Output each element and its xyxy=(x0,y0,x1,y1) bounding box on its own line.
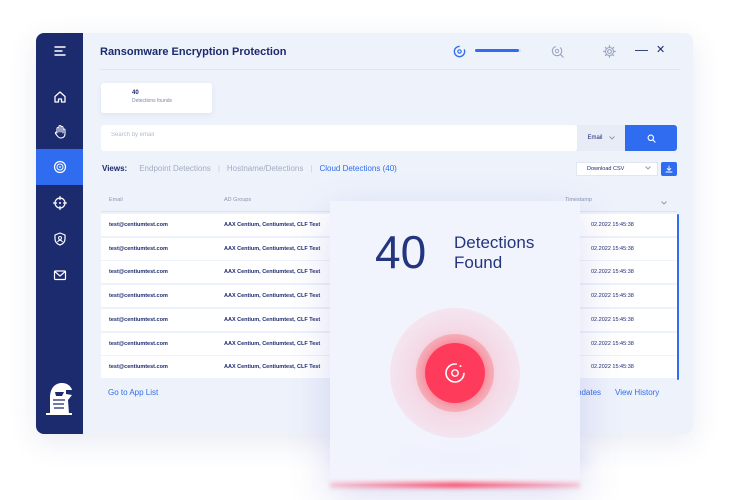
column-header-email[interactable]: Email xyxy=(109,197,123,203)
home-icon xyxy=(53,91,66,103)
hand-stop-icon xyxy=(54,124,66,139)
go-to-app-list-link[interactable]: Go to App List xyxy=(108,388,158,397)
view-history-link[interactable]: View History xyxy=(615,388,659,397)
alert-scan-icon xyxy=(445,363,465,383)
page-title: Ransomware Encryption Protection xyxy=(100,46,287,58)
minimize-button[interactable]: — xyxy=(635,43,648,57)
sidebar-item-home[interactable] xyxy=(36,79,83,115)
download-icon xyxy=(665,165,673,173)
shield-user-icon xyxy=(53,232,66,246)
stage: Ransomware Encryption Protection — ✕ 40 … xyxy=(0,0,730,500)
cell-email: test@centiumtest.com xyxy=(109,316,168,323)
target-face-icon xyxy=(53,160,66,174)
chevron-down-icon xyxy=(645,166,651,170)
sidebar-item-scan[interactable] xyxy=(36,185,83,221)
tab-hostname-detections[interactable]: Hostname/Detections xyxy=(227,164,303,173)
cell-ad-groups: AAX Centium, Centiumtest, CLF Test xyxy=(224,364,321,371)
scan-status-button[interactable] xyxy=(451,43,467,59)
search-filter-value: Email xyxy=(587,135,603,141)
cell-ad-groups: AAX Centium, Centiumtest, CLF Test xyxy=(224,316,321,323)
sidebar-item-detections[interactable] xyxy=(36,149,83,185)
search-button[interactable] xyxy=(625,125,677,151)
search-bar xyxy=(101,125,577,151)
warrior-logo-icon xyxy=(46,383,72,415)
scan-search-icon xyxy=(551,45,564,58)
sort-chevron-icon[interactable] xyxy=(661,201,667,205)
download-format-select[interactable]: Download CSV xyxy=(576,162,658,176)
cell-email: test@centiumtest.com xyxy=(109,364,168,371)
table-scrollbar[interactable] xyxy=(677,214,679,380)
scan-progress-fill xyxy=(475,49,519,52)
settings-button[interactable] xyxy=(601,43,617,59)
hamburger-menu-icon xyxy=(53,46,66,56)
search-icon xyxy=(647,134,656,143)
sidebar-item-mail[interactable] xyxy=(36,257,83,293)
cell-email: test@centiumtest.com xyxy=(109,269,168,276)
detections-found-label: Detections Found xyxy=(454,233,535,272)
cell-ad-groups: AAX Centium, Centiumtest, CLF Test xyxy=(224,222,321,228)
detections-count: 40 xyxy=(132,90,139,96)
tab-cloud-detections[interactable]: Cloud Detections (40) xyxy=(319,164,396,173)
cell-email: test@centiumtest.com xyxy=(109,245,168,252)
download-format-value: Download CSV xyxy=(587,166,625,172)
sidebar-item-stop[interactable] xyxy=(36,114,83,150)
views-label: Views: xyxy=(102,164,128,173)
title-divider xyxy=(100,69,680,70)
detections-count-label: Detections founds xyxy=(132,98,173,104)
crosshair-icon xyxy=(52,195,67,211)
sidebar xyxy=(36,33,83,434)
panel-bottom-glow xyxy=(330,482,580,488)
cell-ad-groups: AAX Centium, Centiumtest, CLF Test xyxy=(224,340,321,347)
download-button[interactable] xyxy=(661,162,677,176)
gear-icon xyxy=(602,44,616,58)
alert-button[interactable] xyxy=(425,343,485,403)
chevron-down-icon xyxy=(608,136,615,140)
cell-ad-groups: AAX Centium, Centiumtest, CLF Test xyxy=(224,293,321,300)
cell-email: test@centiumtest.com xyxy=(109,222,168,228)
column-header-ad-groups[interactable]: AD Groups xyxy=(224,197,251,203)
cell-ad-groups: AAX Centium, Centiumtest, CLF Test xyxy=(224,245,321,252)
detections-found-count: 40 xyxy=(375,226,427,278)
cell-timestamp: 02.2022 15:45:38 xyxy=(591,364,634,371)
cell-timestamp: 02.2022 15:45:38 xyxy=(591,293,634,300)
sidebar-item-users[interactable] xyxy=(36,221,83,257)
scan-target-icon xyxy=(453,45,465,57)
tab-separator: | xyxy=(310,164,313,173)
tab-separator: | xyxy=(217,164,220,173)
close-button[interactable]: ✕ xyxy=(656,43,665,57)
search-input[interactable] xyxy=(111,132,511,138)
cell-email: test@centiumtest.com xyxy=(109,293,168,300)
cell-timestamp: 02.2022 15:45:38 xyxy=(591,245,634,252)
cell-timestamp: 02.2022 15:45:38 xyxy=(591,340,634,347)
detections-found-panel: 40 Detections Found xyxy=(330,201,580,488)
views-tabs: Views: Endpoint Detections | Hostname/De… xyxy=(102,164,397,173)
detections-summary-card: 40 Detections founds xyxy=(101,83,212,113)
cell-email: test@centiumtest.com xyxy=(109,340,168,347)
cell-timestamp: 02.2022 15:45:38 xyxy=(591,269,634,276)
mail-icon xyxy=(53,270,66,281)
cell-timestamp: 02.2022 15:45:38 xyxy=(591,222,634,228)
tab-endpoint-detections[interactable]: Endpoint Detections xyxy=(139,164,211,173)
cell-timestamp: 02.2022 15:45:38 xyxy=(591,316,634,323)
updates-link[interactable]: pdates xyxy=(577,388,601,397)
scan-progress-bar xyxy=(475,49,521,52)
cell-ad-groups: AAX Centium, Centiumtest, CLF Test xyxy=(224,269,321,276)
search-filter-select[interactable]: Email xyxy=(577,125,625,151)
menu-button[interactable] xyxy=(36,33,83,69)
search-scan-button[interactable] xyxy=(549,43,565,59)
